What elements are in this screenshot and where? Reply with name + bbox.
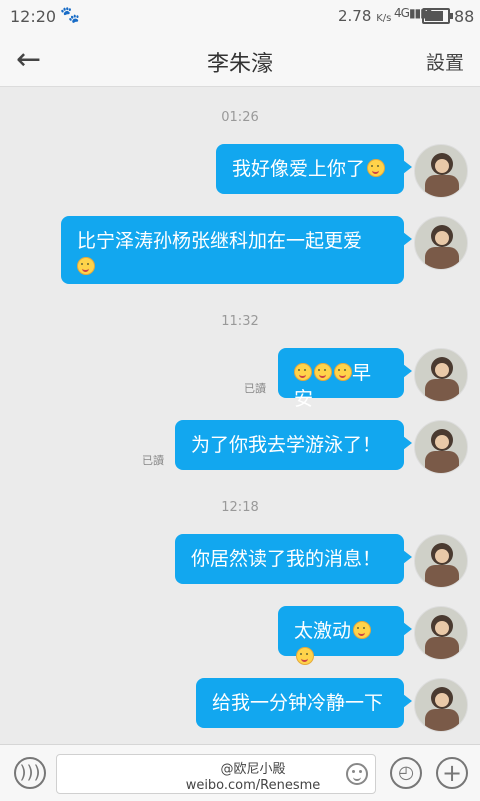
avatar[interactable] (414, 534, 468, 588)
watermark-handle: @欧尼小殿 (220, 762, 286, 777)
avatar[interactable] (414, 420, 468, 474)
message-bubble[interactable]: 我好像爱上你了 (216, 144, 412, 194)
emoji-icon (294, 363, 312, 381)
emoji-icon (77, 257, 95, 275)
message-text: 你居然读了我的消息！ (191, 548, 382, 570)
message-text: 比宁泽涛孙杨张继科加在一起更爱 (77, 230, 363, 252)
clock-icon[interactable]: ◴ (390, 757, 422, 789)
timestamp: 11:32 (221, 314, 259, 329)
avatar[interactable] (414, 144, 468, 198)
message-text: 太激动 (294, 620, 352, 642)
status-bar: 12:20 🐾 2.78 K/s 4G▮▮▮▮ 88 (0, 0, 480, 34)
plus-icon[interactable]: + (436, 757, 468, 789)
avatar[interactable] (414, 216, 468, 270)
chat-header: ← 李朱濠 設置 (0, 34, 480, 87)
emoji-icon (353, 621, 372, 639)
emoji-icon[interactable] (346, 763, 368, 785)
message-bubble[interactable]: 为了你我去学游泳了！ (175, 420, 412, 470)
avatar[interactable] (414, 678, 468, 732)
battery-icon (422, 8, 453, 24)
network-speed: 2.78 K/s (338, 7, 392, 25)
message-bubble[interactable]: 你居然读了我的消息！ (175, 534, 412, 584)
emoji-icon (334, 363, 352, 381)
message-text: 为了你我去学游泳了！ (191, 434, 382, 456)
message-text: 我好像爱上你了 (232, 158, 366, 180)
battery-fill (425, 11, 443, 21)
emoji-icon (314, 363, 332, 381)
read-status: 已讀 (244, 382, 266, 395)
settings-button[interactable]: 設置 (426, 48, 464, 75)
message-text: 给我一分钟冷静一下 (212, 692, 384, 714)
message-bubble[interactable]: 早安 (278, 348, 412, 410)
avatar[interactable] (414, 348, 468, 402)
watermark: @欧尼小殿 weibo.com/Renesme (178, 762, 328, 794)
chat-title: 李朱濠 (206, 52, 273, 77)
read-status: 已讀 (142, 454, 164, 467)
emoji-icon (367, 159, 386, 177)
emoji-icon (296, 647, 314, 665)
timestamp: 12:18 (221, 500, 259, 515)
message-bubble[interactable]: 比宁泽涛孙杨张继科加在一起更爱 (61, 216, 412, 284)
battery-level: 88 (454, 7, 475, 26)
status-time: 12:20 (10, 7, 57, 26)
message-bubble[interactable]: 太激动 (278, 606, 412, 665)
voice-icon[interactable]: ))) (14, 757, 46, 789)
message-bubble[interactable]: 给我一分钟冷静一下 (196, 678, 412, 728)
paw-icon: 🐾 (60, 5, 80, 24)
watermark-url: weibo.com/Renesme (185, 778, 321, 793)
timestamp: 01:26 (221, 110, 259, 125)
avatar[interactable] (414, 606, 468, 660)
